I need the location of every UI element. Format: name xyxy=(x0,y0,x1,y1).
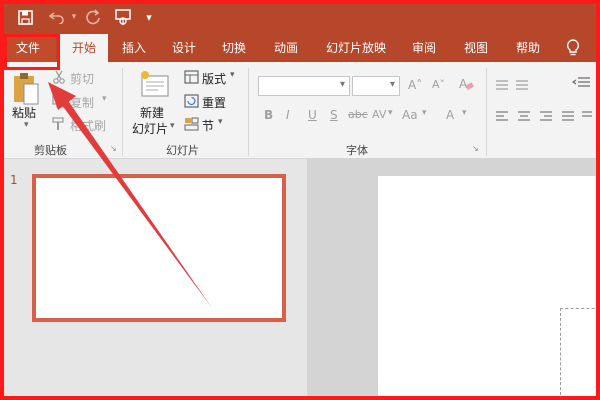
annotation-arrow xyxy=(48,82,212,308)
